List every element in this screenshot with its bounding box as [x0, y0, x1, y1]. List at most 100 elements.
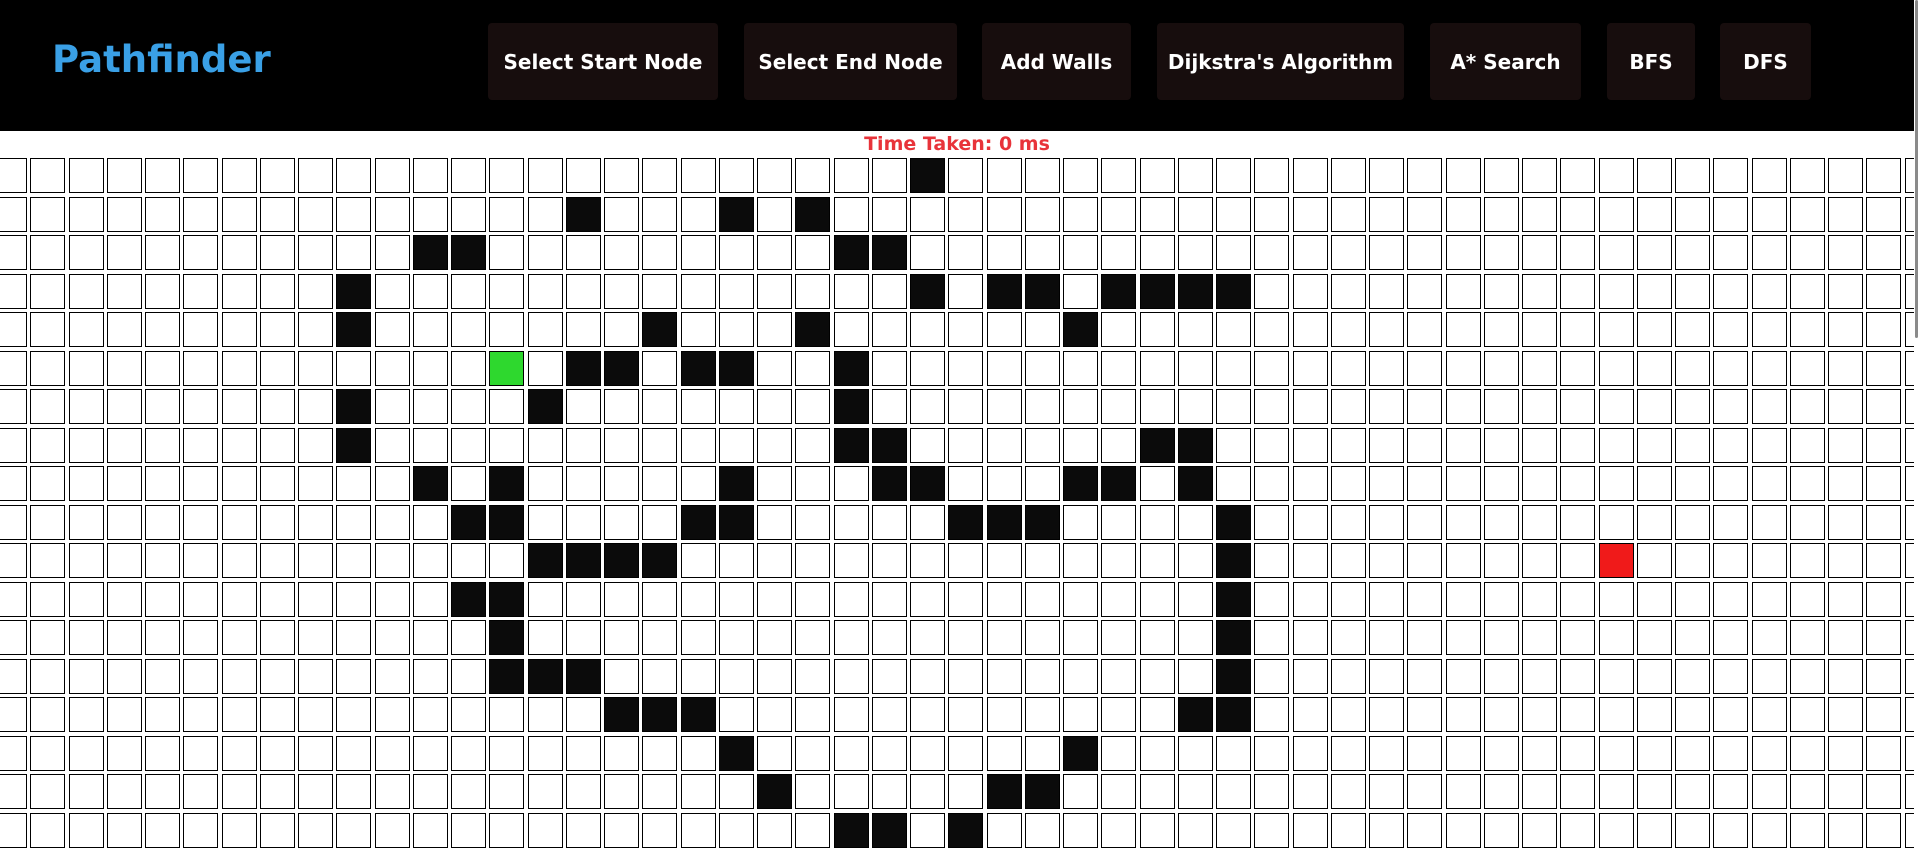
grid-cell[interactable] — [1369, 466, 1404, 501]
grid-cell[interactable] — [1752, 697, 1787, 732]
grid-cell[interactable] — [1063, 351, 1098, 386]
grid-cell[interactable] — [566, 466, 601, 501]
grid-cell[interactable] — [1331, 312, 1366, 347]
grid-cell[interactable] — [1675, 659, 1710, 694]
grid-cell[interactable] — [757, 697, 792, 732]
grid-cell[interactable] — [1331, 813, 1366, 848]
grid-cell[interactable] — [872, 543, 907, 578]
grid-cell[interactable] — [948, 620, 983, 655]
grid-cell[interactable] — [604, 736, 639, 771]
wall-cell[interactable] — [1101, 274, 1136, 309]
grid-cell[interactable] — [1025, 659, 1060, 694]
grid-cell[interactable] — [1063, 428, 1098, 463]
grid-cell[interactable] — [1140, 543, 1175, 578]
grid-cell[interactable] — [222, 312, 257, 347]
grid-cell[interactable] — [948, 197, 983, 232]
grid-cell[interactable] — [1790, 620, 1825, 655]
grid-cell[interactable] — [1216, 813, 1251, 848]
grid-cell[interactable] — [1522, 351, 1557, 386]
grid-cell[interactable] — [604, 428, 639, 463]
grid-cell[interactable] — [719, 428, 754, 463]
grid-cell[interactable] — [336, 505, 371, 540]
grid-cell[interactable] — [1713, 505, 1748, 540]
wall-cell[interactable] — [795, 312, 830, 347]
grid-cell[interactable] — [1293, 235, 1328, 270]
grid-cell[interactable] — [1254, 158, 1289, 193]
grid-cell[interactable] — [1407, 312, 1442, 347]
grid-cell[interactable] — [1828, 389, 1863, 424]
grid-cell[interactable] — [795, 235, 830, 270]
grid-cell[interactable] — [1828, 274, 1863, 309]
grid-cell[interactable] — [566, 620, 601, 655]
grid-cell[interactable] — [260, 813, 295, 848]
grid-cell[interactable] — [1446, 158, 1481, 193]
grid-cell[interactable] — [604, 389, 639, 424]
grid-cell[interactable] — [1331, 543, 1366, 578]
grid-cell[interactable] — [642, 659, 677, 694]
grid-cell[interactable] — [910, 620, 945, 655]
wall-cell[interactable] — [1140, 428, 1175, 463]
grid-cell[interactable] — [69, 197, 104, 232]
grid-cell[interactable] — [1905, 351, 1914, 386]
grid-cell[interactable] — [30, 774, 65, 809]
grid-cell[interactable] — [719, 620, 754, 655]
grid-cell[interactable] — [795, 659, 830, 694]
grid-cell[interactable] — [1752, 774, 1787, 809]
grid-cell[interactable] — [69, 235, 104, 270]
grid-cell[interactable] — [1828, 697, 1863, 732]
grid-cell[interactable] — [719, 813, 754, 848]
grid-cell[interactable] — [1484, 582, 1519, 617]
grid-cell[interactable] — [1407, 505, 1442, 540]
grid-cell[interactable] — [1713, 274, 1748, 309]
grid-cell[interactable] — [1599, 736, 1634, 771]
grid-cell[interactable] — [1599, 158, 1634, 193]
grid-cell[interactable] — [1025, 620, 1060, 655]
grid-cell[interactable] — [1675, 736, 1710, 771]
grid-cell[interactable] — [681, 774, 716, 809]
grid-cell[interactable] — [757, 428, 792, 463]
grid-cell[interactable] — [1178, 620, 1213, 655]
grid-cell[interactable] — [1905, 736, 1914, 771]
grid-cell[interactable] — [719, 389, 754, 424]
grid-cell[interactable] — [1293, 274, 1328, 309]
grid-cell[interactable] — [1790, 158, 1825, 193]
grid-cell[interactable] — [107, 351, 142, 386]
grid-cell[interactable] — [145, 582, 180, 617]
grid-cell[interactable] — [336, 620, 371, 655]
grid-cell[interactable] — [1713, 659, 1748, 694]
grid-cell[interactable] — [451, 813, 486, 848]
grid-cell[interactable] — [107, 466, 142, 501]
wall-cell[interactable] — [834, 389, 869, 424]
grid-cell[interactable] — [451, 428, 486, 463]
grid-cell[interactable] — [1637, 774, 1672, 809]
grid-cell[interactable] — [1101, 312, 1136, 347]
grid-cell[interactable] — [30, 813, 65, 848]
grid-cell[interactable] — [107, 235, 142, 270]
grid-cell[interactable] — [1293, 620, 1328, 655]
grid-cell[interactable] — [413, 505, 448, 540]
grid-cell[interactable] — [566, 274, 601, 309]
grid-cell[interactable] — [30, 697, 65, 732]
grid-cell[interactable] — [987, 736, 1022, 771]
grid-cell[interactable] — [1905, 659, 1914, 694]
grid-cell[interactable] — [0, 736, 27, 771]
grid-cell[interactable] — [1254, 736, 1289, 771]
grid-cell[interactable] — [1484, 697, 1519, 732]
grid-cell[interactable] — [0, 813, 27, 848]
grid-cell[interactable] — [1790, 428, 1825, 463]
grid-cell[interactable] — [681, 235, 716, 270]
grid-cell[interactable] — [642, 351, 677, 386]
grid-cell[interactable] — [375, 428, 410, 463]
grid-cell[interactable] — [1254, 312, 1289, 347]
grid-cell[interactable] — [1484, 389, 1519, 424]
grid-cell[interactable] — [1560, 466, 1595, 501]
grid-cell[interactable] — [1254, 197, 1289, 232]
grid-cell[interactable] — [1713, 620, 1748, 655]
grid-cell[interactable] — [1790, 312, 1825, 347]
grid-cell[interactable] — [1790, 543, 1825, 578]
grid-cell[interactable] — [1063, 389, 1098, 424]
wall-cell[interactable] — [528, 659, 563, 694]
grid-cell[interactable] — [1752, 505, 1787, 540]
grid-cell[interactable] — [145, 158, 180, 193]
wall-cell[interactable] — [1025, 774, 1060, 809]
